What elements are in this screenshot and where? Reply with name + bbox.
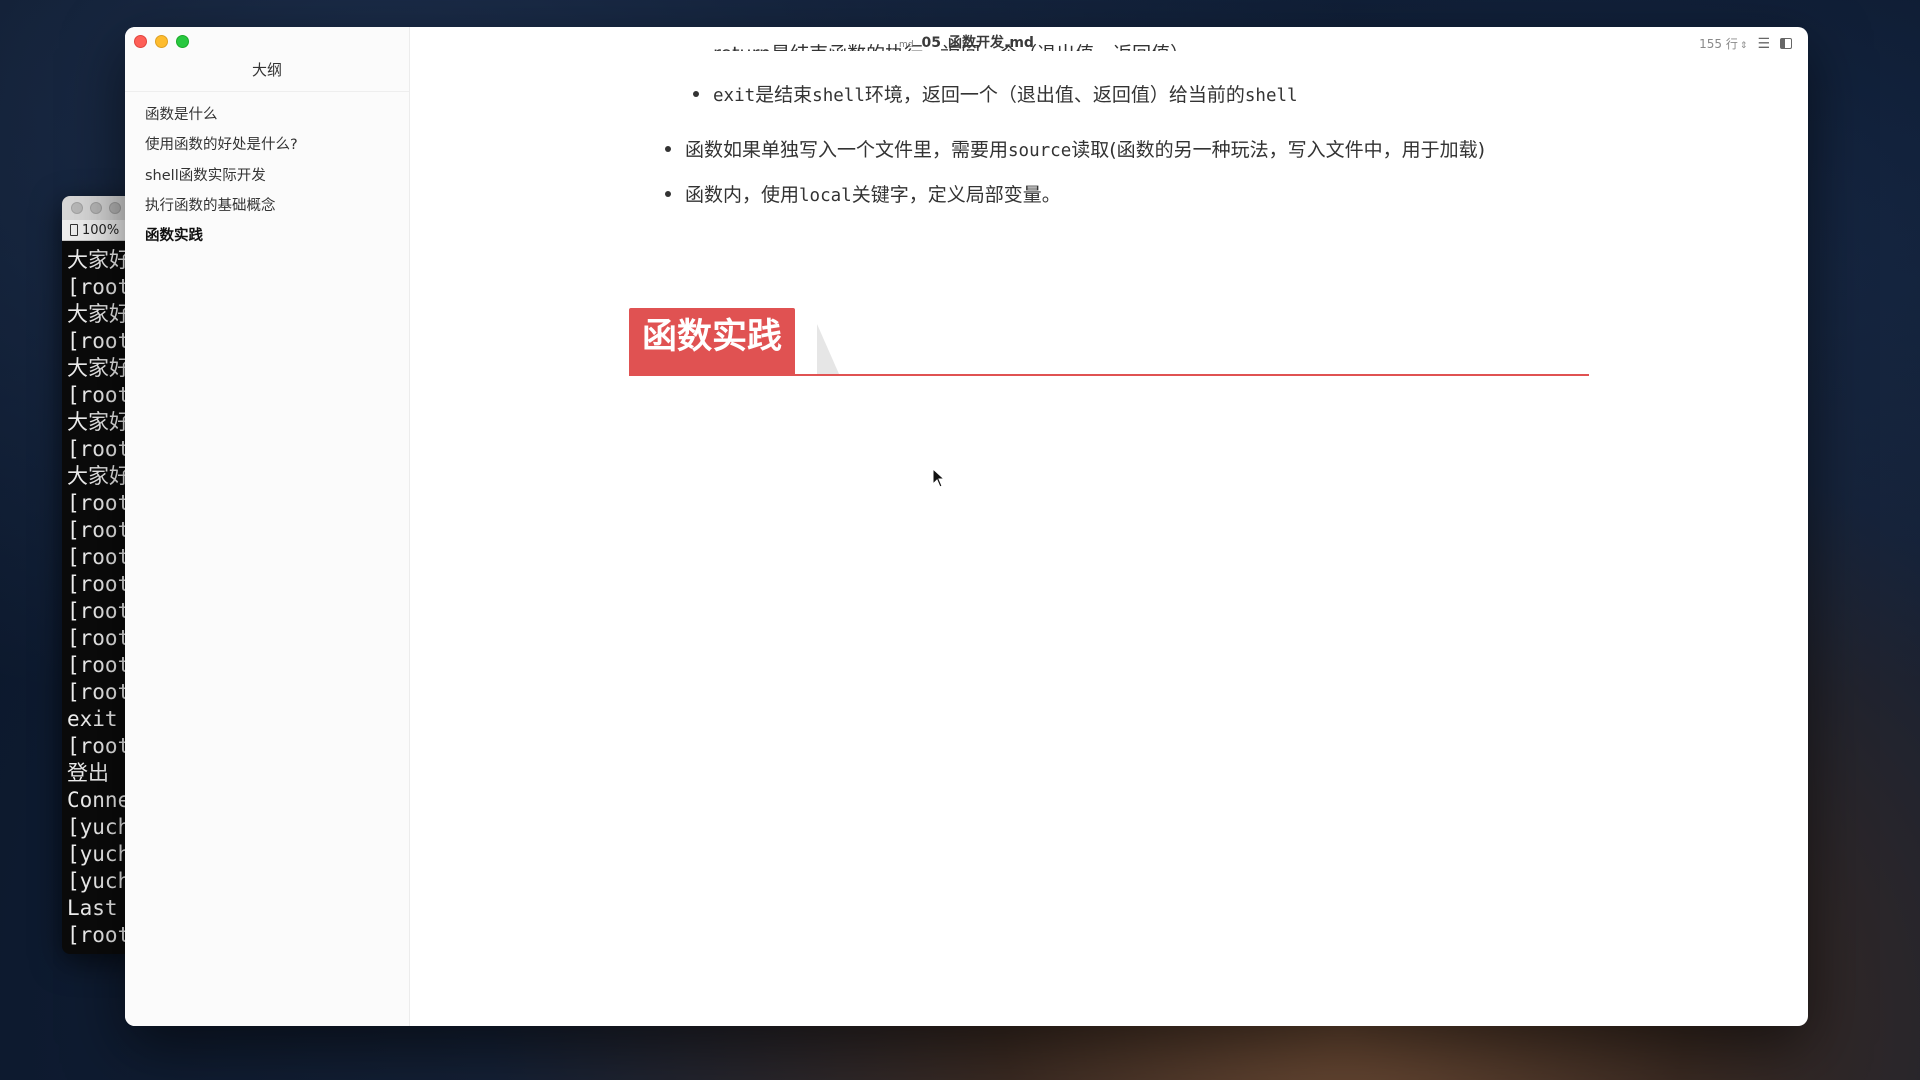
window-toolbar: 155 行 ⇕ ☰ xyxy=(1699,35,1792,52)
bullet-dot xyxy=(665,190,671,197)
bullet-dot xyxy=(665,145,671,152)
editor-content[interactable]: return是结束函数的执行，返回一个（退出值、返回值） exit是结束shel… xyxy=(410,27,1808,1026)
window-title: md 05_函数开发.md xyxy=(125,32,1808,52)
bullet-dot xyxy=(693,90,699,97)
line-count-selector[interactable]: 155 行 ⇕ xyxy=(1699,35,1747,52)
outline-list: 函数是什么 使用函数的好处是什么? shell函数实际开发 执行函数的基础概念 … xyxy=(125,92,409,251)
terminal-close-button[interactable] xyxy=(71,202,83,214)
outline-item-shell-dev[interactable]: shell函数实际开发 xyxy=(125,161,409,191)
code-local: local xyxy=(799,186,852,206)
terminal-zoom-level: 100% xyxy=(82,222,120,238)
terminal-minimize-button[interactable] xyxy=(90,202,102,214)
text-segment: 函数内，使用 xyxy=(685,184,800,206)
text-segment: 函数如果单独写入一个文件里，需要用 xyxy=(685,139,1009,161)
code-shell: shell xyxy=(812,86,865,106)
zoom-button[interactable] xyxy=(176,35,189,48)
mouse-pointer-icon xyxy=(932,468,946,488)
window-controls xyxy=(134,35,189,48)
code-shell: shell xyxy=(1244,86,1298,106)
list-icon[interactable]: ☰ xyxy=(1757,36,1770,52)
heading-text: 函数实践 xyxy=(629,308,796,374)
terminal-zoom-button[interactable] xyxy=(109,202,121,214)
close-button[interactable] xyxy=(134,35,147,48)
section-heading: 函数实践 xyxy=(629,308,1589,376)
line-count-text: 155 行 xyxy=(1699,37,1738,51)
window-title-text: 05_函数开发.md xyxy=(921,35,1034,51)
heading-fold-decoration xyxy=(817,324,839,374)
code-exit: exit xyxy=(713,86,756,106)
outline-item-practice[interactable]: 函数实践 xyxy=(125,221,409,251)
text-segment: 关键字，定义局部变量。 xyxy=(851,184,1061,206)
minimize-button[interactable] xyxy=(155,35,168,48)
text-segment: 环境，返回一个（退出值、返回值）给当前的 xyxy=(864,84,1245,106)
outline-sidebar: 大纲 函数是什么 使用函数的好处是什么? shell函数实际开发 执行函数的基础… xyxy=(125,27,410,1026)
battery-icon xyxy=(70,224,78,236)
text-segment: 读取(函数的另一种玩法，写入文件中，用于加载) xyxy=(1071,139,1486,161)
list-item-exit: exit是结束shell环境，返回一个（退出值、返回值）给当前的shell xyxy=(693,83,1298,108)
heading-underline xyxy=(629,374,1589,376)
editor-window[interactable]: md 05_函数开发.md 155 行 ⇕ ☰ 大纲 函数是什么 使用函数的好处是什… xyxy=(125,27,1808,1026)
code-source: source xyxy=(1008,141,1072,161)
document-icon: md xyxy=(899,40,914,50)
list-item-source: 函数如果单独写入一个文件里，需要用source读取(函数的另一种玩法，写入文件中… xyxy=(665,138,1485,163)
sidebar-toggle-icon[interactable] xyxy=(1780,38,1792,49)
updown-chevron-icon: ⇕ xyxy=(1739,41,1748,51)
text-segment: 是结束 xyxy=(755,84,813,106)
outline-item-basic-concepts[interactable]: 执行函数的基础概念 xyxy=(125,191,409,221)
outline-item-what-is-function[interactable]: 函数是什么 xyxy=(125,100,409,130)
list-item-local: 函数内，使用local关键字，定义局部变量。 xyxy=(665,183,1061,208)
outline-item-benefits[interactable]: 使用函数的好处是什么? xyxy=(125,130,409,160)
